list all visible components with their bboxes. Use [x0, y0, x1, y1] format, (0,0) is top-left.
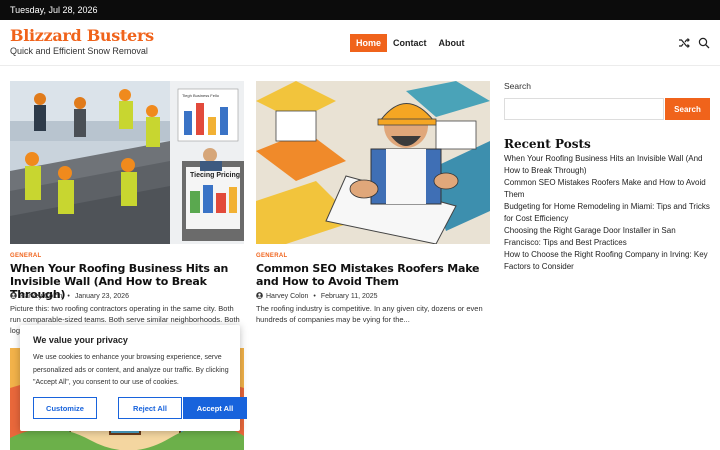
nav-home[interactable]: Home [350, 34, 388, 52]
post-title[interactable]: Common SEO Mistakes Roofers Make and How… [256, 262, 490, 288]
shuffle-icon[interactable] [678, 36, 690, 48]
recent-posts-heading: Recent Posts [504, 137, 591, 151]
nav-contact[interactable]: Contact [387, 34, 433, 52]
post-category[interactable]: GENERAL [256, 253, 287, 259]
post-meta: Harvey Colon • February 11, 2025 [256, 292, 378, 301]
reject-all-button[interactable]: Reject All [118, 397, 182, 419]
post-category[interactable]: GENERAL [10, 253, 41, 259]
cookie-consent-banner: We value your privacy We use cookies to … [20, 325, 247, 431]
cookie-title: We value your privacy [33, 335, 128, 345]
post-card: Tiecing Pricing Tiegh Business Fello GEN… [10, 81, 244, 341]
recent-post-link[interactable]: When Your Roofing Business Hits an Invis… [504, 153, 714, 177]
post-author[interactable]: Harvey Colon [266, 293, 308, 300]
cookie-text: We use cookies to enhance your browsing … [33, 354, 229, 386]
post-excerpt: The roofing industry is competitive. In … [256, 304, 483, 324]
search-icon[interactable] [698, 36, 710, 49]
post-thumbnail[interactable] [256, 81, 490, 244]
top-bar: Tuesday, Jul 28, 2026 [0, 0, 720, 20]
search-input[interactable] [504, 98, 664, 120]
nav-about[interactable]: About [433, 34, 471, 52]
post-thumbnail[interactable]: Tiecing Pricing Tiegh Business Fello [10, 81, 244, 244]
site-title[interactable]: Blizzard Busters [10, 26, 154, 45]
thumb-laptop-text: Tiecing Pricing [190, 172, 241, 179]
current-date: Tuesday, Jul 28, 2026 [10, 5, 98, 15]
recent-post-link[interactable]: How to Choose the Right Roofing Company … [504, 249, 714, 273]
recent-post-link[interactable]: Choosing the Right Garage Door Installer… [504, 225, 714, 249]
recent-post-link[interactable]: Budgeting for Home Remodeling in Miami: … [504, 201, 714, 225]
search-button[interactable]: Search [665, 98, 710, 120]
thumb-tablet-text: Tiegh Business Fello [182, 93, 219, 98]
post-date: February 11, 2025 [320, 293, 378, 300]
post-author[interactable]: Harvey Colon [20, 293, 62, 300]
site-header: Blizzard Busters Quick and Efficient Sno… [0, 20, 720, 66]
recent-post-link[interactable]: Common SEO Mistakes Roofers Make and How… [504, 177, 714, 201]
recent-posts-list: When Your Roofing Business Hits an Invis… [504, 153, 714, 273]
search-label: Search [504, 81, 531, 91]
accept-all-button[interactable]: Accept All [183, 397, 247, 419]
post-card: GENERAL Common SEO Mistakes Roofers Make… [256, 81, 490, 341]
user-icon [10, 292, 17, 301]
post-date: January 23, 2026 [74, 293, 129, 300]
customize-button[interactable]: Customize [33, 397, 97, 419]
post-meta: Harvey Colon • January 23, 2026 [10, 292, 129, 301]
main-nav: Home Contact About [350, 34, 471, 52]
site-tagline: Quick and Efficient Snow Removal [10, 46, 148, 56]
user-icon [256, 292, 263, 301]
